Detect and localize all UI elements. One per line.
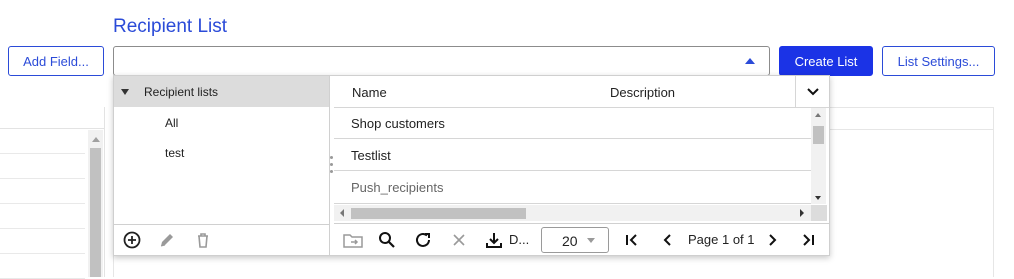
column-header-name[interactable]: Name xyxy=(352,85,387,100)
download-icon[interactable] xyxy=(484,230,504,250)
scrollbar-corner xyxy=(811,205,827,221)
recipient-list-tree: Recipient lists All test xyxy=(114,76,330,255)
scroll-thumb[interactable] xyxy=(351,208,526,219)
grid-pager: D... 20 Page 1 of 1 xyxy=(334,223,829,255)
chevron-down-icon xyxy=(806,87,819,95)
table-row[interactable]: Push_recipients xyxy=(334,172,811,204)
scroll-left-icon[interactable] xyxy=(340,209,344,217)
expand-triangle-icon[interactable] xyxy=(121,88,129,95)
background-scrollbar[interactable] xyxy=(88,130,103,277)
list-settings-button[interactable]: List Settings... xyxy=(882,46,995,76)
last-page-icon[interactable] xyxy=(798,230,818,250)
scroll-thumb[interactable] xyxy=(813,126,824,144)
grid-horizontal-scrollbar[interactable] xyxy=(334,205,811,221)
caret-up-icon[interactable] xyxy=(745,58,755,64)
tree-item-all[interactable]: All xyxy=(165,116,178,130)
add-circle-icon[interactable] xyxy=(122,230,142,250)
next-page-icon[interactable] xyxy=(763,230,783,250)
page-size-value: 20 xyxy=(562,233,578,249)
edit-pencil-icon[interactable] xyxy=(157,230,177,250)
tree-toolbar xyxy=(114,224,329,255)
column-header-description[interactable]: Description xyxy=(610,85,675,100)
create-list-button[interactable]: Create List xyxy=(779,46,873,76)
move-to-folder-icon[interactable] xyxy=(342,230,364,250)
add-field-button[interactable]: Add Field... xyxy=(8,46,104,76)
page-title: Recipient List xyxy=(113,16,228,37)
scroll-thumb[interactable] xyxy=(90,148,101,277)
scroll-up-icon[interactable] xyxy=(815,113,821,117)
search-icon[interactable] xyxy=(377,230,397,250)
row-name: Shop customers xyxy=(351,115,445,131)
scroll-right-icon[interactable] xyxy=(800,209,804,217)
recipient-list-grid: Name Description Shop customers Testlist… xyxy=(334,76,829,255)
table-row[interactable]: Testlist xyxy=(334,140,811,171)
recipient-list-combo[interactable] xyxy=(113,46,770,76)
scroll-up-icon[interactable] xyxy=(92,137,100,142)
table-row[interactable]: Shop customers xyxy=(334,108,811,139)
scroll-down-icon[interactable] xyxy=(815,196,821,200)
row-name: Testlist xyxy=(351,147,391,163)
first-page-icon[interactable] xyxy=(622,230,642,250)
grid-vertical-scrollbar[interactable] xyxy=(811,108,826,204)
recipient-list-dropdown: Recipient lists All test Name Descriptio… xyxy=(113,75,830,256)
previous-page-icon[interactable] xyxy=(657,230,677,250)
delete-trash-icon[interactable] xyxy=(193,230,213,250)
clear-x-icon[interactable] xyxy=(449,230,469,250)
tree-root-node[interactable]: Recipient lists xyxy=(114,76,329,107)
refresh-icon[interactable] xyxy=(413,230,433,250)
page-indicator: Page 1 of 1 xyxy=(688,232,755,247)
caret-down-icon xyxy=(587,238,595,243)
grid-header: Name Description xyxy=(334,76,829,108)
page-size-select[interactable]: 20 xyxy=(541,227,609,253)
tree-item-test[interactable]: test xyxy=(165,146,184,160)
row-name: Push_recipients xyxy=(351,180,444,195)
column-menu-button[interactable] xyxy=(795,76,829,107)
download-label[interactable]: D... xyxy=(509,232,529,247)
tree-root-label: Recipient lists xyxy=(144,84,219,99)
